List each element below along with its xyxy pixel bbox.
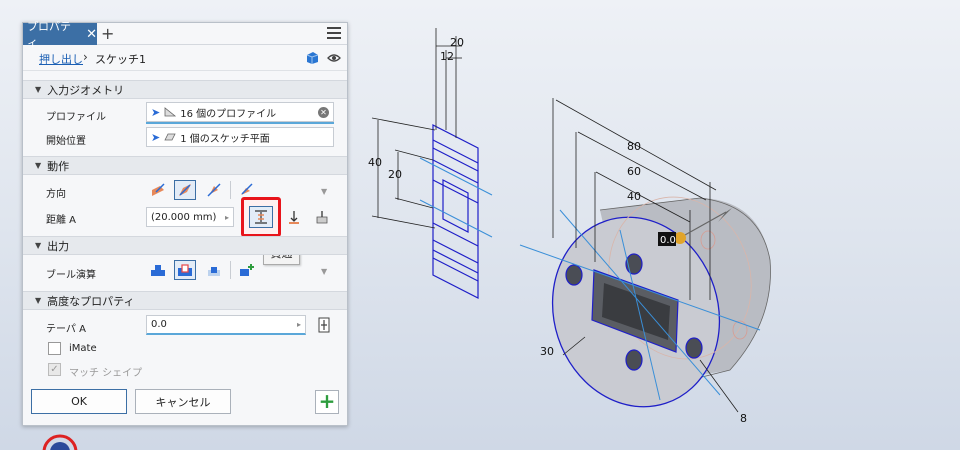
intersect-icon[interactable] [203,260,225,280]
taper-value: 0.0 [151,319,167,330]
dim-40-left[interactable]: 40 [368,156,382,169]
new-solid-icon[interactable] [235,260,257,280]
section-label: 高度なプロパティ [47,294,135,308]
boolean-label: ブール演算 [46,270,96,281]
to-face-icon[interactable] [283,207,305,227]
direction-flipped-icon[interactable] [174,180,196,200]
panel-tabbar: プロパティ ✕ + [23,20,347,49]
distance-arrow-icon[interactable]: ▸ [225,213,229,222]
panel-menu-icon[interactable] [327,27,341,39]
profile-value: 16 個のプロファイル [180,108,277,120]
cancel-button[interactable]: キャンセル [135,389,231,414]
section-label: 動作 [47,159,70,173]
cube-icon[interactable] [305,51,319,65]
start-label: 開始位置 [46,136,86,147]
output-dropdown-icon[interactable]: ▼ [321,267,327,276]
dim-80[interactable]: 80 [627,140,641,153]
dim-8[interactable]: 8 [740,412,747,425]
through-all-button[interactable] [249,206,273,228]
collapse-triangle-icon[interactable]: ▼ [35,85,41,94]
clear-icon[interactable]: ✕ [318,107,329,118]
view-axis-indicator [42,434,78,450]
select-arrow-icon[interactable]: ➤ [151,106,160,119]
section-input-geometry[interactable]: ▼ 入力ジオメトリ [23,80,347,99]
between-icon[interactable] [311,207,333,227]
side-sketch [432,124,479,299]
imate-label: iMate [69,343,97,354]
section-label: 入力ジオメトリ [47,83,125,97]
distance-label: 距離 A [46,215,77,226]
collapse-triangle-icon[interactable]: ▼ [35,161,41,170]
profile-label: プロファイル [46,112,106,123]
cancel-label: キャンセル [155,395,211,409]
distance-value: (20.000 mm) [151,211,217,223]
dim-20-top[interactable]: 20 [450,36,464,49]
breadcrumb-sketch: スケッチ1 [95,53,146,66]
ok-label: OK [71,395,87,408]
collapse-triangle-icon[interactable]: ▼ [35,296,41,305]
tab-close-icon[interactable]: ✕ [86,27,97,42]
breadcrumb-extrude-link[interactable]: 押し出し [39,51,83,67]
match-shape-checkbox[interactable]: ✓ [48,363,61,376]
dim-30[interactable]: 30 [540,345,554,358]
tab-properties[interactable]: プロパティ ✕ [23,20,97,49]
section-advanced[interactable]: ▼ 高度なプロパティ [23,291,347,310]
profile-shape-icon [164,107,177,117]
direction-label: 方向 [46,189,66,200]
taper-label: テーパ A [46,324,86,335]
plane-icon [164,133,176,141]
dim-40-right[interactable]: 40 [627,190,641,203]
select-arrow-icon[interactable]: ➤ [151,131,160,144]
breadcrumb: 押し出し › スケッチ1 [23,45,347,71]
tab-add-icon[interactable]: + [101,24,114,43]
start-selector[interactable]: ➤ 1 個のスケッチ平面 [146,127,334,147]
section-label: 出力 [47,239,70,253]
taper-flip-icon[interactable] [313,315,335,335]
eye-icon[interactable] [327,53,341,63]
match-shape-label: マッチ シェイプ [69,368,143,379]
direction-default-icon[interactable] [147,180,169,200]
taper-arrow-icon[interactable]: ▸ [297,320,301,329]
manipulator-value[interactable]: 0.0 [660,235,676,246]
collapse-triangle-icon[interactable]: ▼ [35,241,41,250]
join-icon[interactable] [147,260,169,280]
direction-symmetric-icon[interactable] [203,180,225,200]
dim-60[interactable]: 60 [627,165,641,178]
apply-plus-icon[interactable]: + [315,390,339,414]
dim-12-top[interactable]: 12 [440,50,454,63]
dim-20-left[interactable]: 20 [388,168,402,181]
section-behavior[interactable]: ▼ 動作 [23,156,347,175]
ok-button[interactable]: OK [31,389,127,414]
property-panel: プロパティ ✕ + 押し出し › スケッチ1 ▼ 入力ジオメトリ プロファイル … [22,20,348,426]
profile-selector[interactable]: ➤ 16 個のプロファイル ✕ [146,102,334,124]
imate-checkbox[interactable] [48,342,61,355]
cut-icon[interactable] [174,260,196,280]
distance-input[interactable]: (20.000 mm) ▸ [146,207,234,227]
start-value: 1 個のスケッチ平面 [180,133,270,145]
direction-dropdown-icon[interactable]: ▼ [321,187,327,196]
taper-input[interactable]: 0.0 ▸ [146,315,306,335]
breadcrumb-separator: › [83,50,88,64]
section-output[interactable]: ▼ 出力 [23,236,347,255]
